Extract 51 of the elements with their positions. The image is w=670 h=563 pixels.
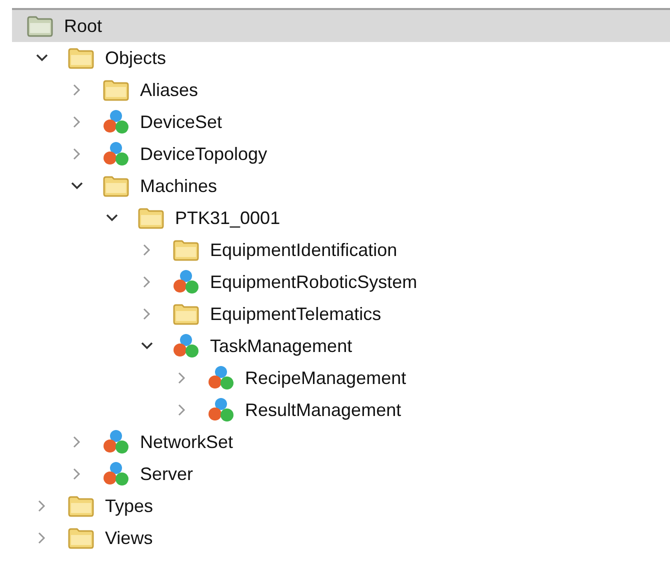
tree-item[interactable]: EquipmentRoboticSystem <box>12 266 670 298</box>
cubes-icon <box>102 429 130 455</box>
folder-icon <box>102 79 130 101</box>
folder-icon <box>172 239 200 261</box>
item-label: PTK31_0001 <box>175 206 280 230</box>
cubes-icon <box>207 397 235 423</box>
folder-icon <box>67 47 95 69</box>
tree-item[interactable]: Objects <box>12 42 670 74</box>
item-label: Server <box>140 462 194 486</box>
item-label: EquipmentRoboticSystem <box>210 270 418 294</box>
tree-item[interactable]: Types <box>12 490 670 522</box>
tree-item[interactable]: PTK31_0001 <box>12 202 670 234</box>
tree-item[interactable]: Views <box>12 522 670 554</box>
item-label: DeviceTopology <box>140 142 268 166</box>
item-label: RecipeManagement <box>245 366 406 390</box>
item-label: Views <box>105 526 153 550</box>
item-label: Types <box>105 494 154 518</box>
folder-icon <box>26 15 54 37</box>
folder-icon <box>67 495 95 517</box>
item-label: Objects <box>105 46 166 70</box>
item-label: ResultManagement <box>245 398 402 422</box>
folder-icon <box>172 303 200 325</box>
cubes-icon <box>102 461 130 487</box>
cubes-icon <box>102 109 130 135</box>
item-label: Machines <box>140 174 218 198</box>
folder-icon <box>67 527 95 549</box>
folder-icon <box>102 175 130 197</box>
tree-item[interactable]: Server <box>12 458 670 490</box>
item-label: TaskManagement <box>210 334 352 358</box>
item-label: Root <box>64 14 102 38</box>
tree-item[interactable]: Machines <box>12 170 670 202</box>
tree-item[interactable]: Aliases <box>12 74 670 106</box>
item-label: EquipmentIdentification <box>210 238 398 262</box>
item-label: NetworkSet <box>140 430 234 454</box>
item-label: DeviceSet <box>140 110 222 134</box>
folder-icon <box>137 207 165 229</box>
item-label: Aliases <box>140 78 198 102</box>
cubes-icon <box>207 365 235 391</box>
cubes-icon <box>172 333 200 359</box>
tree-item[interactable]: TaskManagement <box>12 330 670 362</box>
tree-item[interactable]: EquipmentIdentification <box>12 234 670 266</box>
tree-item[interactable]: NetworkSet <box>12 426 670 458</box>
tree-item[interactable]: EquipmentTelematics <box>12 298 670 330</box>
cubes-icon <box>172 269 200 295</box>
tree-item[interactable]: DeviceSet <box>12 106 670 138</box>
tree-item[interactable]: DeviceTopology <box>12 138 670 170</box>
tree-item[interactable]: RecipeManagement <box>12 362 670 394</box>
tree-item[interactable]: ResultManagement <box>12 394 670 426</box>
cubes-icon <box>102 141 130 167</box>
item-label: EquipmentTelematics <box>210 302 382 326</box>
tree-item[interactable]: Root <box>12 10 670 42</box>
